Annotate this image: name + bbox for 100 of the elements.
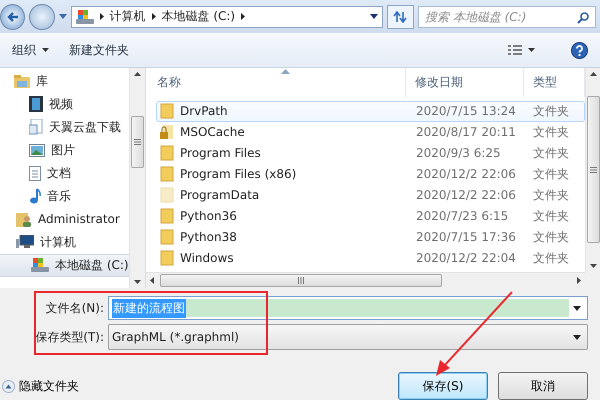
nav-item[interactable]: 音乐	[0, 184, 129, 208]
nav-item[interactable]: 视频	[0, 92, 129, 116]
vertical-scrollbar[interactable]	[585, 68, 600, 272]
modified-date: 2020/7/15 17:36	[415, 230, 517, 244]
breadcrumb-item[interactable]: 计算机	[110, 8, 146, 26]
hard-drive-icon	[31, 258, 49, 272]
filename-label: 文件名(N):	[44, 300, 105, 317]
hard-drive-icon	[76, 10, 94, 24]
user-folder-icon	[16, 211, 32, 228]
modified-date: 2020/7/23 6:15	[415, 209, 510, 224]
modified-date: 2020/12/2 22:06	[415, 167, 517, 182]
file-row[interactable]: MSOCache 2020/8/17 20:11 文件夹	[156, 122, 585, 143]
modified-date: 2020/9/3 6:25	[415, 146, 502, 160]
dropdown-caret-icon	[528, 48, 535, 52]
file-row[interactable]: Python36 2020/7/23 6:15 文件夹	[156, 206, 585, 227]
folder-icon	[160, 103, 174, 120]
text-document-icon	[29, 166, 41, 181]
computer-icon	[16, 235, 34, 250]
dropdown-caret-icon	[42, 48, 49, 52]
breadcrumb-arrow-icon	[152, 13, 156, 20]
nav-item[interactable]: 库	[0, 70, 129, 93]
dropdown-caret-icon	[370, 14, 378, 20]
folder-icon	[160, 145, 174, 162]
address-bar[interactable]: 计算机 本地磁盘 (C:)	[70, 6, 383, 28]
file-type: 文件夹	[533, 144, 570, 162]
picture-icon	[29, 144, 45, 157]
grip-icon	[590, 166, 596, 173]
dropdown-caret-icon	[573, 334, 581, 340]
file-type: 文件夹	[533, 102, 570, 120]
scroll-up-arrow-icon	[590, 72, 596, 76]
file-type: 文件夹	[533, 166, 570, 183]
file-row[interactable]: Program Files (x86) 2020/12/2 22:06 文件夹	[156, 164, 585, 185]
dialog-button[interactable]: 保存(S)	[398, 372, 488, 400]
list-view-icon	[508, 44, 522, 56]
file-name: Program Files	[180, 146, 261, 160]
file-row[interactable]: Program Files 2020/9/3 6:25 文件夹	[156, 142, 585, 164]
scroll-left-arrow-icon	[150, 277, 154, 284]
search-field[interactable]: 搜索 本地磁盘 (C:)	[418, 6, 596, 28]
nav-item[interactable]: 文档	[0, 162, 129, 185]
new-folder-button[interactable]: 新建文件夹	[63, 38, 135, 63]
music-note-icon	[29, 188, 41, 204]
nav-item[interactable]: 图片	[0, 138, 129, 162]
locked-folder-icon	[160, 124, 174, 140]
file-row[interactable]: ProgramData 2020/12/2 22:06 文件夹	[156, 184, 585, 206]
file-name: Windows	[180, 251, 234, 266]
file-type: 文件夹	[533, 250, 570, 267]
file-type: 文件夹	[533, 186, 570, 204]
file-row[interactable]: Python38 2020/7/15 17:36 文件夹	[156, 226, 585, 248]
breadcrumb-item[interactable]: 本地磁盘 (C:)	[162, 8, 236, 26]
folder-icon	[160, 250, 174, 266]
nav-item[interactable]: 天翼云盘下载	[0, 116, 129, 139]
library-folder-icon	[14, 74, 30, 88]
scroll-down-arrow-icon	[134, 280, 141, 284]
back-button[interactable]	[0, 4, 26, 30]
modified-date: 2020/12/2 22:04	[415, 251, 517, 266]
grip-icon	[134, 138, 141, 145]
column-header[interactable]: 修改日期	[406, 68, 524, 97]
forward-button[interactable]	[29, 4, 54, 30]
file-name: Python38	[180, 230, 237, 244]
scroll-up-arrow-icon	[134, 72, 141, 76]
faded-folder-icon	[160, 187, 174, 204]
file-name: ProgramData	[180, 188, 260, 202]
file-type: 文件夹	[533, 208, 570, 225]
breadcrumb-arrow-icon	[100, 13, 104, 20]
breadcrumb-arrow-icon	[241, 13, 246, 20]
document-icon	[29, 119, 43, 136]
scroll-down-arrow-icon	[590, 264, 596, 268]
organize-menu[interactable]: 组织	[6, 38, 55, 63]
dropdown-caret-icon	[58, 14, 66, 20]
hide-folders-toggle[interactable]: 隐藏文件夹	[2, 378, 79, 395]
file-name: DrvPath	[180, 104, 228, 118]
folder-icon	[160, 229, 174, 246]
nav-item[interactable]: 计算机	[0, 230, 129, 254]
folder-icon	[160, 208, 174, 224]
help-icon	[571, 42, 588, 59]
file-name: Program Files (x86)	[180, 167, 296, 182]
refresh-arrows-icon	[393, 10, 408, 23]
nav-item[interactable]: 本地磁盘 (C:)	[0, 254, 129, 277]
modified-date: 2020/7/15 13:24	[415, 104, 517, 118]
file-name: MSOCache	[180, 125, 245, 140]
refresh-button[interactable]	[386, 4, 414, 29]
back-arrow-icon	[6, 10, 19, 23]
search-icon	[576, 12, 589, 24]
file-row[interactable]: Windows 2020/12/2 22:04 文件夹	[156, 248, 585, 269]
scroll-right-arrow-icon	[577, 277, 581, 284]
file-type-dropdown[interactable]: GraphML (*.graphml)	[108, 324, 588, 350]
dropdown-caret-icon	[573, 306, 581, 311]
modified-date: 2020/8/17 20:11	[415, 125, 517, 140]
dialog-button[interactable]: 取消	[498, 372, 588, 400]
folder-icon	[160, 166, 174, 182]
modified-date: 2020/12/2 22:06	[415, 188, 517, 202]
file-type: 文件夹	[533, 124, 570, 141]
nav-item[interactable]: Administrator	[0, 208, 129, 231]
grip-icon	[298, 277, 304, 284]
vertical-scrollbar[interactable]	[129, 68, 145, 288]
file-type: 文件夹	[533, 228, 570, 246]
film-strip-icon	[29, 96, 43, 112]
file-type-label: 保存类型(T):	[34, 328, 105, 346]
file-row[interactable]: DrvPath 2020/7/15 13:24 文件夹	[156, 100, 585, 122]
horizontal-scrollbar[interactable]	[146, 272, 585, 288]
